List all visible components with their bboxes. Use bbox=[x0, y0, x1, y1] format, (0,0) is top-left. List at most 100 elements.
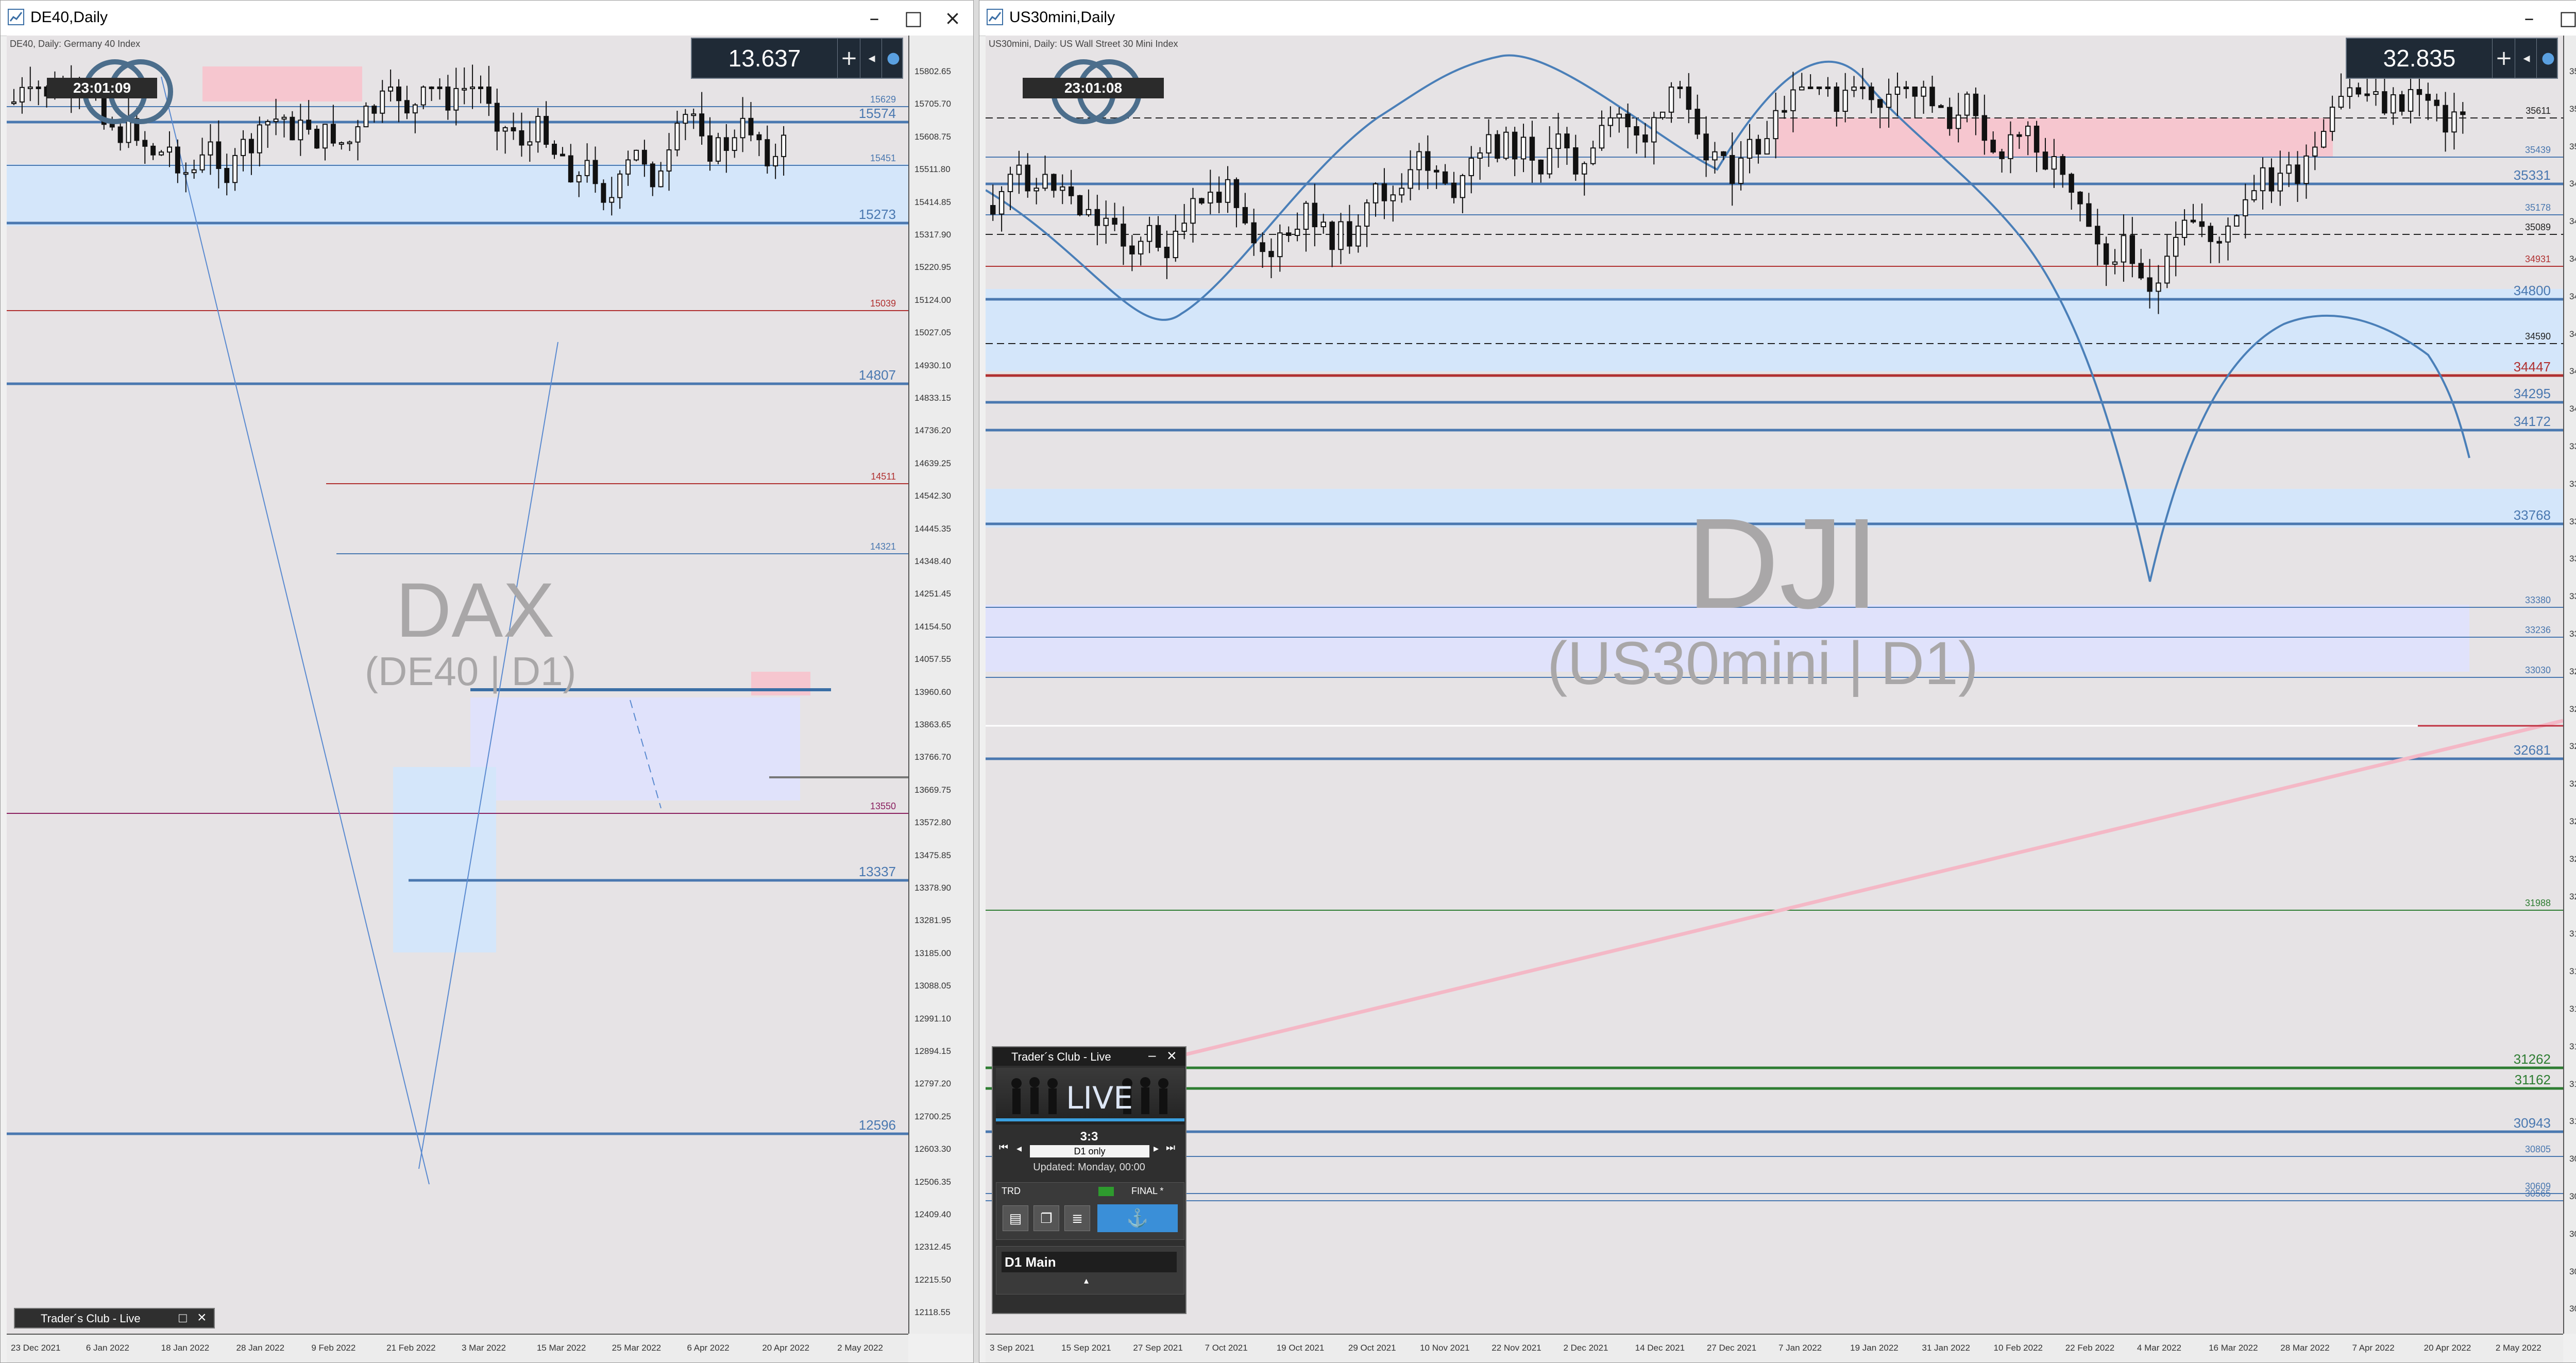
us30-candle-body bbox=[2103, 243, 2109, 265]
us30-candle-body bbox=[1225, 179, 1231, 203]
us30-candle-body bbox=[1764, 138, 1770, 155]
us30-candle-body bbox=[1007, 174, 1013, 192]
titlebar-us30mini[interactable]: US30mini,Daily – □ × bbox=[979, 1, 2576, 36]
globe-icon[interactable]: ● bbox=[2536, 39, 2560, 78]
us30-candle-body bbox=[2069, 174, 2074, 193]
expand-icon[interactable]: ▴ bbox=[1084, 1275, 1089, 1286]
y-axis-label: 12700.25 bbox=[914, 1111, 951, 1121]
maximize-icon[interactable]: □ bbox=[897, 4, 930, 32]
de40-candle-body bbox=[429, 87, 434, 89]
chart-area-de40[interactable]: DAX (DE40 | D1) 15629 15574 15451 15273 1503… bbox=[7, 36, 908, 1334]
x-axis-label: 15 Sep 2021 bbox=[1061, 1343, 1111, 1353]
close-icon[interactable]: × bbox=[1167, 1046, 1177, 1065]
x-axis-label: 25 Mar 2022 bbox=[612, 1343, 662, 1353]
us30-candle-body bbox=[2190, 219, 2196, 223]
maximize-icon[interactable]: □ bbox=[2552, 4, 2576, 32]
us30-candle-body bbox=[1634, 126, 1639, 136]
x-axis-label: 28 Mar 2022 bbox=[2280, 1343, 2330, 1353]
window-de40[interactable]: DE40,Daily – □ × DAX (DE40 | D1) 15629 15… bbox=[0, 0, 974, 1363]
y-axis-label: 12409.40 bbox=[914, 1209, 951, 1219]
us30-candle-body bbox=[2225, 225, 2231, 243]
us30-candle-body bbox=[2234, 215, 2240, 227]
us30-candle-body bbox=[2164, 255, 2170, 284]
minimize-icon[interactable]: – bbox=[2513, 4, 2546, 32]
panel-header[interactable]: Trader´s Club - Live – × bbox=[993, 1046, 1185, 1066]
anchor-icon[interactable]: ⚓ bbox=[1097, 1204, 1178, 1232]
close-icon[interactable]: × bbox=[197, 1309, 207, 1326]
us30-candle-body bbox=[2199, 221, 2205, 227]
us30-candle-body bbox=[2451, 111, 2457, 133]
y-axis-label: 32025.00 bbox=[2569, 891, 2576, 901]
y-axis-us30mini[interactable]: 35369.00 35217.00 35065.00 34913.00 34761.00… bbox=[2563, 36, 2576, 1334]
section-d1-main[interactable]: D1 Main ▴ bbox=[996, 1246, 1184, 1294]
arrow-left-icon[interactable]: ◂ bbox=[860, 39, 883, 78]
us30-candle-body bbox=[1138, 241, 1144, 254]
us30-candle-body bbox=[2095, 226, 2100, 245]
x-axis-label: 31 Jan 2022 bbox=[1922, 1343, 1970, 1353]
us30-candle-body bbox=[1208, 192, 1213, 204]
us30-candle-body bbox=[1990, 140, 1996, 152]
de40-candle-body bbox=[756, 134, 762, 141]
level-label: 35611 bbox=[2526, 106, 2551, 116]
de40-candle-body bbox=[560, 154, 565, 157]
us30-candle-body bbox=[1590, 147, 1596, 164]
globe-icon[interactable]: ● bbox=[882, 39, 905, 78]
x-axis-us30mini[interactable]: 3 Sep 2021 15 Sep 2021 27 Sep 2021 7 Oct 20… bbox=[986, 1334, 2563, 1362]
prev-page-icon[interactable]: ◂ bbox=[1016, 1142, 1022, 1155]
x-axis-de40[interactable]: 23 Dec 2021 6 Jan 2022 18 Jan 2022 28 Jan 2… bbox=[7, 1334, 908, 1362]
us30-candle-body bbox=[1486, 134, 1492, 154]
document-icon[interactable]: ▤ bbox=[1003, 1205, 1028, 1231]
us30-candle-body bbox=[2156, 282, 2161, 292]
current-price: 32.835 bbox=[2383, 45, 2456, 72]
us30-candle-body bbox=[2277, 173, 2283, 192]
plus-icon[interactable]: + bbox=[837, 39, 860, 78]
y-axis-de40[interactable]: 15802.65 15705.70 15608.75 15511.80 15414.85… bbox=[908, 36, 973, 1334]
y-axis-label: 13475.85 bbox=[914, 850, 951, 860]
tab-trd[interactable]: TRD bbox=[1002, 1186, 1021, 1197]
minimize-icon[interactable]: – bbox=[1148, 1047, 1156, 1063]
y-axis-label: 30809.00 bbox=[2569, 1191, 2576, 1201]
database-icon[interactable]: ≣ bbox=[1064, 1205, 1090, 1231]
chart-area-us30mini[interactable]: DJI (US30mini | D1) 35611 35439 35331 35178… bbox=[986, 36, 2563, 1334]
next-page-icon[interactable]: ▸ bbox=[1154, 1142, 1159, 1155]
us30-candle-body bbox=[1016, 164, 1022, 175]
us30-candle-body bbox=[1721, 151, 1726, 156]
restore-icon[interactable]: □ bbox=[179, 1310, 187, 1326]
close-icon[interactable]: × bbox=[936, 4, 969, 32]
blue-zone bbox=[7, 164, 908, 226]
price-display-us30mini: 32.835 + ◂ ● bbox=[2346, 38, 2558, 79]
de40-candle-body bbox=[298, 120, 303, 141]
filter-select[interactable]: D1 only bbox=[1030, 1145, 1149, 1157]
y-axis-label: 14736.20 bbox=[914, 425, 951, 436]
us30-candle-body bbox=[1842, 90, 1848, 112]
us30-candle-body bbox=[2147, 277, 2153, 292]
plus-icon[interactable]: + bbox=[2492, 39, 2515, 78]
us30-candle-body bbox=[1155, 225, 1161, 248]
us30-candle-body bbox=[1773, 110, 1778, 140]
y-axis-label: 31721.00 bbox=[2569, 966, 2576, 977]
window-us30mini[interactable]: US30mini,Daily – □ × DJI (US30mini | D1)… bbox=[979, 0, 2576, 1363]
us30-candle-body bbox=[2329, 107, 2335, 132]
x-axis-label: 9 Feb 2022 bbox=[311, 1343, 356, 1353]
arrow-left-icon[interactable]: ◂ bbox=[2515, 39, 2538, 78]
last-page-icon[interactable]: ⏭ bbox=[1166, 1142, 1175, 1154]
windows-icon[interactable]: ❐ bbox=[1033, 1205, 1059, 1231]
traders-club-panel-collapsed[interactable]: Trader´s Club - Live □ × bbox=[14, 1308, 215, 1328]
us30-candle-body bbox=[1912, 87, 1918, 97]
us30-candle-body bbox=[1312, 202, 1318, 228]
watermark-symbol: DJI bbox=[1686, 491, 1879, 635]
us30-candle-body bbox=[2286, 164, 2292, 174]
tab-final[interactable]: FINAL * bbox=[1131, 1186, 1163, 1197]
minimize-icon[interactable]: – bbox=[858, 4, 891, 32]
first-page-icon[interactable]: ⏮ bbox=[999, 1142, 1008, 1154]
traders-club-panel[interactable]: Trader´s Club - Live – × LIVE 3:3 ⏮ ◂ D1… bbox=[992, 1046, 1187, 1314]
lavender-zone bbox=[470, 697, 800, 800]
us30-candle-body bbox=[1738, 157, 1744, 184]
x-axis-label: 28 Jan 2022 bbox=[236, 1343, 285, 1353]
y-axis-label: 31417.00 bbox=[2569, 1041, 2576, 1051]
level-label: 33030 bbox=[2524, 665, 2551, 675]
de40-candle-body bbox=[420, 87, 426, 106]
us30-candle-body bbox=[1146, 225, 1153, 242]
titlebar-de40[interactable]: DE40,Daily – □ × bbox=[1, 1, 973, 36]
x-axis-label: 18 Jan 2022 bbox=[161, 1343, 210, 1353]
